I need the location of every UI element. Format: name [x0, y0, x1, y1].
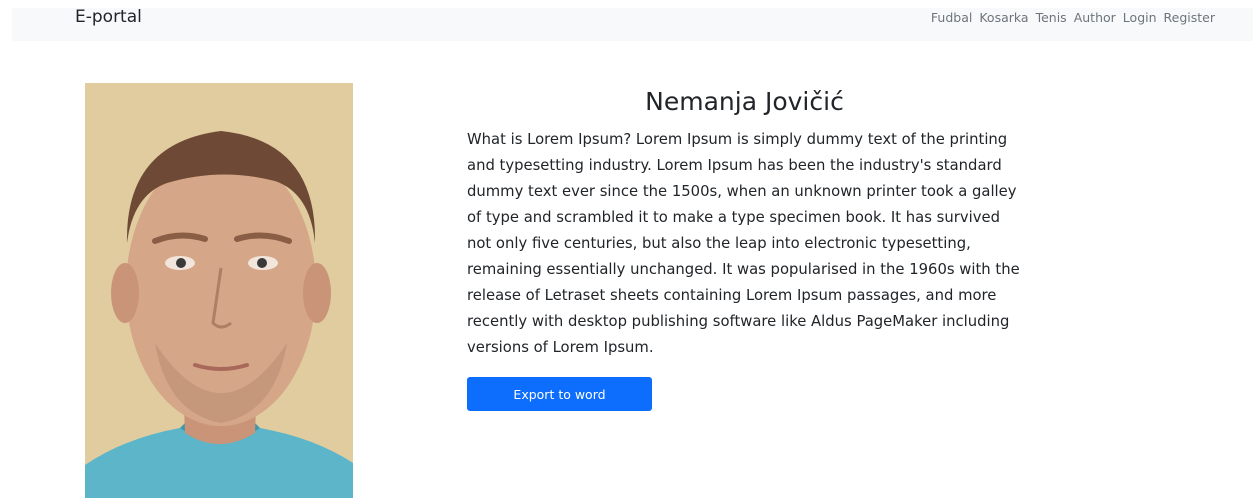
nav-link-tenis[interactable]: Tenis [1036, 8, 1067, 27]
nav-link-kosarka[interactable]: Kosarka [979, 8, 1028, 27]
profile-photo [85, 83, 353, 498]
nav-link-author[interactable]: Author [1074, 8, 1116, 27]
top-navbar: E-portal Fudbal Kosarka Tenis Author Log… [12, 8, 1253, 41]
brand-link[interactable]: E-portal [75, 8, 142, 27]
nav-link-fudbal[interactable]: Fudbal [931, 8, 972, 27]
export-to-word-button[interactable]: Export to word [467, 377, 652, 411]
nav-link-login[interactable]: Login [1123, 8, 1157, 27]
profile-bio: What is Lorem Ipsum? Lorem Ipsum is simp… [467, 131, 1020, 356]
nav-link-register[interactable]: Register [1164, 8, 1215, 27]
nav-links: Fudbal Kosarka Tenis Author Login Regist… [924, 8, 1215, 27]
profile-name: Nemanja Jovičić [645, 87, 844, 116]
portrait-image [85, 83, 353, 498]
